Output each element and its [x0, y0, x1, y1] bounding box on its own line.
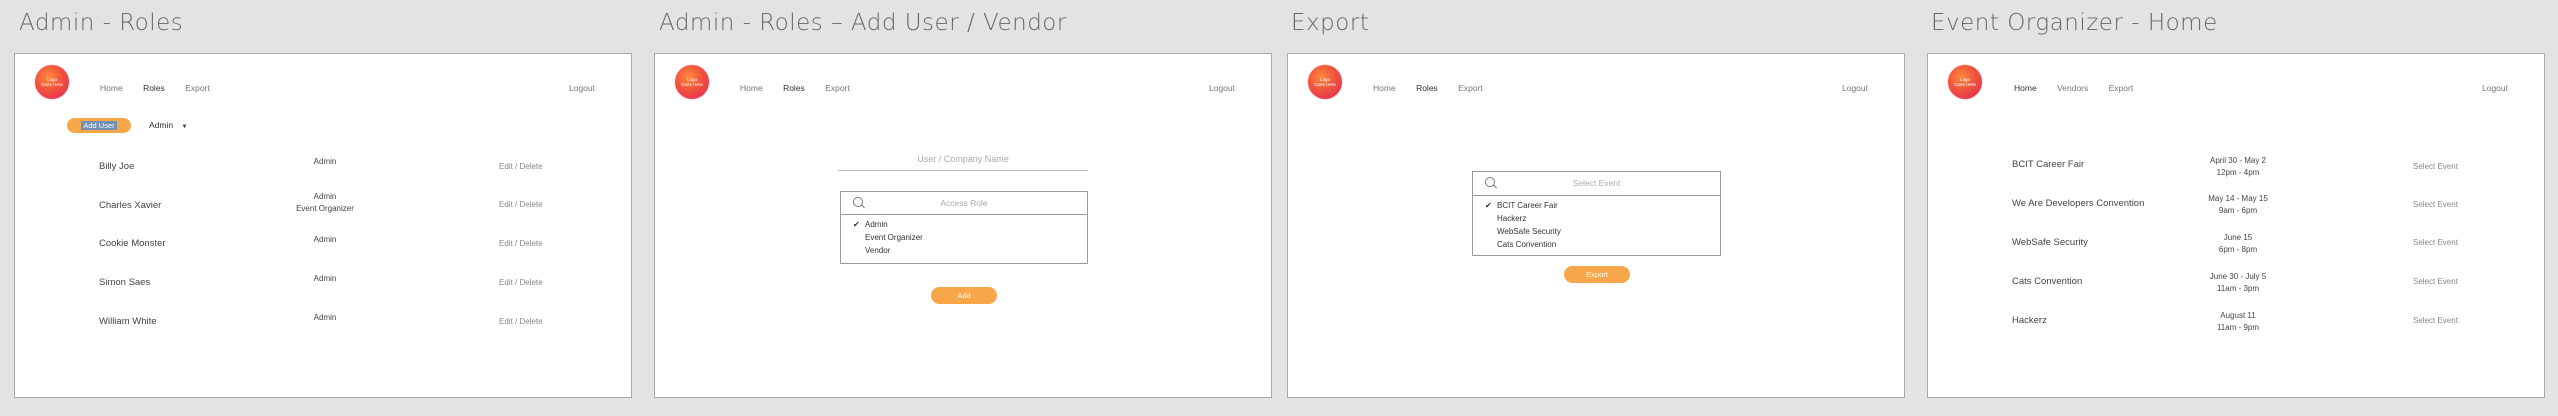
logo-text: Logo Goes Here	[41, 77, 63, 87]
nav-roles[interactable]: Roles	[783, 83, 805, 93]
panel-title: Admin - Roles	[19, 10, 184, 36]
table-row-name: William White	[99, 316, 157, 327]
option-label: Admin	[865, 220, 888, 229]
edit-delete-actions[interactable]: Edit / Delete	[499, 278, 543, 287]
table-row-role: Admin	[313, 157, 337, 166]
access-role-dropdown[interactable]: Access Role ✔ Admin Event Organizer Vendo…	[840, 191, 1088, 264]
event-date: August 11 11am - 9pm	[2216, 311, 2260, 332]
main-nav: Home Vendors Export	[2014, 83, 2151, 93]
main-nav: Home Roles Export	[1373, 83, 1501, 93]
table-row-name: Simon Saes	[99, 277, 151, 288]
option-label: Event Organizer	[865, 233, 923, 242]
logout-link[interactable]: Logout	[1842, 83, 1868, 93]
add-button[interactable]: Add	[931, 287, 997, 304]
option-label: Vendor	[865, 246, 891, 255]
logout-link[interactable]: Logout	[2482, 83, 2508, 93]
option-label: Cats Convention	[1497, 240, 1557, 249]
search-icon	[853, 197, 863, 207]
edit-delete-actions[interactable]: Edit / Delete	[499, 317, 543, 326]
table-row-name: Cookie Monster	[99, 238, 166, 249]
edit-delete-actions[interactable]: Edit / Delete	[499, 239, 543, 248]
table-row-role: Admin	[313, 313, 337, 322]
event-date: April 30 - May 2 12pm - 4pm	[2209, 156, 2267, 177]
role-filter-value: Admin	[149, 120, 174, 130]
event-name: Hackerz	[2012, 315, 2047, 326]
select-event-placeholder: Select Event	[1572, 178, 1621, 188]
select-event-link[interactable]: Select Event	[2413, 162, 2458, 171]
panel-title: Export	[1291, 10, 1370, 36]
edit-delete-actions[interactable]: Edit / Delete	[499, 162, 543, 171]
search-icon	[1485, 177, 1495, 187]
dropdown-option[interactable]: ✔ BCIT Career Fair	[1473, 199, 1720, 212]
dropdown-option[interactable]: ✔ Admin	[841, 218, 1087, 231]
event-name: Cats Convention	[2012, 276, 2083, 287]
nav-roles[interactable]: Roles	[1416, 83, 1438, 93]
event-date: May 14 - May 15 9am - 6pm	[2208, 194, 2268, 215]
event-name: WebSafe Security	[2012, 237, 2088, 248]
table-row-name: Billy Joe	[99, 161, 135, 172]
nav-export[interactable]: Export	[825, 83, 850, 93]
admin-roles-panel: Logo Goes Here Home Roles Export Logout …	[14, 53, 632, 398]
user-company-name-input[interactable]: User / Company Name	[838, 154, 1088, 171]
edit-delete-actions[interactable]: Edit / Delete	[499, 200, 543, 209]
checkmark-icon: ✔	[1485, 201, 1492, 210]
nav-export[interactable]: Export	[185, 83, 210, 93]
table-row-name: Charles Xavier	[99, 200, 162, 211]
dropdown-option[interactable]: Hackerz	[1473, 212, 1720, 225]
event-date: June 30 - July 5 11am - 3pm	[2209, 272, 2267, 293]
table-row-role: Admin	[313, 274, 337, 283]
logo-text: Logo Goes Here	[681, 77, 703, 87]
role-filter-select[interactable]: Admin ▼	[149, 120, 187, 130]
option-label: BCIT Career Fair	[1497, 201, 1558, 210]
table-row-role: Admin	[313, 235, 337, 244]
logo-text: Logo Goes Here	[1954, 77, 1976, 87]
nav-export[interactable]: Export	[2109, 83, 2134, 93]
dropdown-option[interactable]: WebSafe Security	[1473, 225, 1720, 238]
add-user-label: Add User	[81, 121, 117, 130]
logo[interactable]: Logo Goes Here	[1948, 65, 1982, 99]
logout-link[interactable]: Logout	[569, 83, 595, 93]
option-label: Hackerz	[1497, 214, 1527, 223]
select-event-link[interactable]: Select Event	[2413, 200, 2458, 209]
select-event-link[interactable]: Select Event	[2413, 277, 2458, 286]
nav-export[interactable]: Export	[1458, 83, 1483, 93]
access-role-search[interactable]: Access Role	[841, 192, 1087, 215]
panel-title: Admin - Roles – Add User / Vendor	[659, 10, 1067, 36]
dropdown-option[interactable]: Event Organizer	[841, 231, 1087, 244]
table-row-role: Admin Event Organizer	[296, 192, 354, 213]
option-label: WebSafe Security	[1497, 227, 1561, 236]
checkmark-icon: ✔	[853, 220, 860, 229]
panel-title: Event Organizer - Home	[1931, 10, 2218, 36]
logo[interactable]: Logo Goes Here	[35, 65, 69, 99]
logout-link[interactable]: Logout	[1209, 83, 1235, 93]
add-user-panel: Logo Goes Here Home Roles Export Logout …	[654, 53, 1272, 398]
select-event-search[interactable]: Select Event	[1473, 172, 1720, 196]
export-button[interactable]: Export	[1564, 266, 1630, 283]
event-organizer-home-panel: Logo Goes Here Home Vendors Export Logou…	[1927, 53, 2545, 398]
event-name: We Are Developers Convention	[2012, 198, 2145, 209]
export-panel: Logo Goes Here Home Roles Export Logout …	[1287, 53, 1905, 398]
event-name: BCIT Career Fair	[2012, 159, 2085, 170]
nav-vendors[interactable]: Vendors	[2057, 83, 2088, 93]
nav-home[interactable]: Home	[100, 83, 123, 93]
nav-home[interactable]: Home	[2014, 83, 2037, 93]
dropdown-option[interactable]: Vendor	[841, 244, 1087, 257]
dropdown-option[interactable]: Cats Convention	[1473, 238, 1720, 251]
logo[interactable]: Logo Goes Here	[1308, 65, 1342, 99]
nav-roles[interactable]: Roles	[143, 83, 165, 93]
select-event-link[interactable]: Select Event	[2413, 238, 2458, 247]
main-nav: Home Roles Export	[740, 83, 868, 93]
logo-text: Logo Goes Here	[1314, 77, 1336, 87]
add-user-button[interactable]: Add User	[67, 118, 131, 133]
logo[interactable]: Logo Goes Here	[675, 65, 709, 99]
access-role-placeholder: Access Role	[940, 198, 988, 208]
main-nav: Home Roles Export	[100, 83, 228, 93]
nav-home[interactable]: Home	[1373, 83, 1396, 93]
nav-home[interactable]: Home	[740, 83, 763, 93]
select-event-link[interactable]: Select Event	[2413, 316, 2458, 325]
select-event-dropdown[interactable]: Select Event ✔ BCIT Career Fair Hackerz W…	[1472, 171, 1721, 256]
chevron-down-icon: ▼	[181, 124, 188, 130]
event-date: June 15 6pm - 8pm	[2218, 233, 2258, 254]
